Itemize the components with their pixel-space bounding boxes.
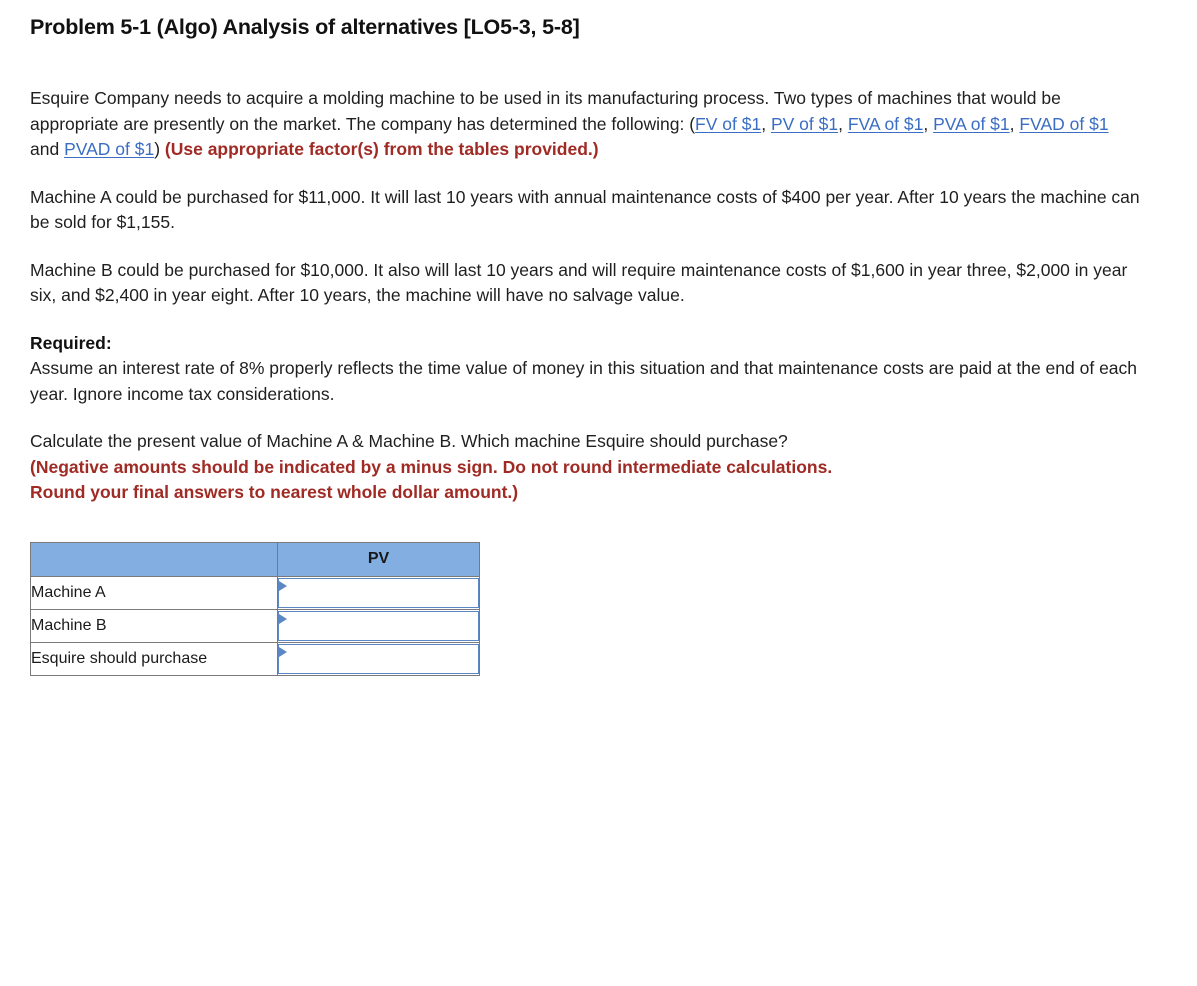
sep-and: and (30, 139, 65, 159)
table-header-row: PV (30, 541, 480, 577)
cell-holder (278, 577, 479, 608)
answer-table: PV Machine A Machine B Esquire should pu… (30, 541, 480, 676)
intro-paragraph: Esquire Company needs to acquire a moldi… (30, 86, 1142, 163)
input-cell-machine-b[interactable] (277, 608, 480, 643)
sep-2: , (838, 113, 848, 134)
row-label-machine-b: Machine B (30, 608, 278, 643)
question-emphasis-line1: (Negative amounts should be indicated by… (30, 456, 833, 477)
table-row: Machine B (30, 608, 480, 643)
link-fvad-of-1[interactable]: FVAD of $1 (1019, 114, 1108, 134)
table-row: Machine A (30, 575, 480, 610)
required-heading: Required: (30, 332, 112, 353)
pv-input-machine-a[interactable] (278, 577, 479, 608)
row-label-machine-a: Machine A (30, 575, 278, 610)
link-fva-of-1[interactable]: FVA of $1 (848, 114, 924, 134)
answer-table-body: Machine A Machine B Esquire should purch… (30, 575, 480, 676)
machine-a-paragraph: Machine A could be purchased for $11,000… (30, 186, 1140, 233)
question-emphasis-line2: Round your final answers to nearest whol… (30, 482, 519, 502)
sep-3: , (923, 113, 934, 134)
close-paren: ) (154, 139, 165, 159)
required-body: Assume an interest rate of 8% properly r… (30, 358, 1138, 404)
intro-emphasis: (Use appropriate factor(s) from the tabl… (164, 139, 599, 159)
answer-table-head: PV (30, 541, 480, 577)
question-prompt: Calculate the present value of Machine A… (30, 431, 788, 451)
sep-1: , (761, 113, 771, 134)
link-pva-of-1[interactable]: PVA of $1 (933, 114, 1010, 134)
sep-4: , (1009, 113, 1020, 134)
link-pvad-of-1[interactable]: PVAD of $1 (64, 139, 154, 159)
column-header-blank (30, 541, 278, 577)
pv-input-machine-b[interactable] (278, 610, 479, 641)
table-row: Esquire should purchase (30, 641, 480, 676)
problem-page: Problem 5-1 (Algo) Analysis of alternati… (0, 0, 1197, 986)
pv-input-esquire-should-purchase[interactable] (278, 643, 479, 674)
input-cell-machine-a[interactable] (277, 575, 480, 610)
link-pv-of-1[interactable]: PV of $1 (771, 114, 838, 134)
input-cell-esquire-should-purchase[interactable] (277, 641, 480, 676)
row-label-esquire-should-purchase: Esquire should purchase (30, 641, 278, 676)
page-title: Problem 5-1 (Algo) Analysis of alternati… (30, 15, 580, 39)
cell-holder (278, 643, 479, 674)
machine-b-paragraph: Machine B could be purchased for $10,000… (30, 259, 1128, 306)
column-header-pv: PV (277, 541, 480, 577)
cell-holder (278, 610, 479, 641)
link-fv-of-1[interactable]: FV of $1 (695, 114, 761, 134)
answer-table-container: PV Machine A Machine B Esquire should pu… (30, 541, 1167, 676)
